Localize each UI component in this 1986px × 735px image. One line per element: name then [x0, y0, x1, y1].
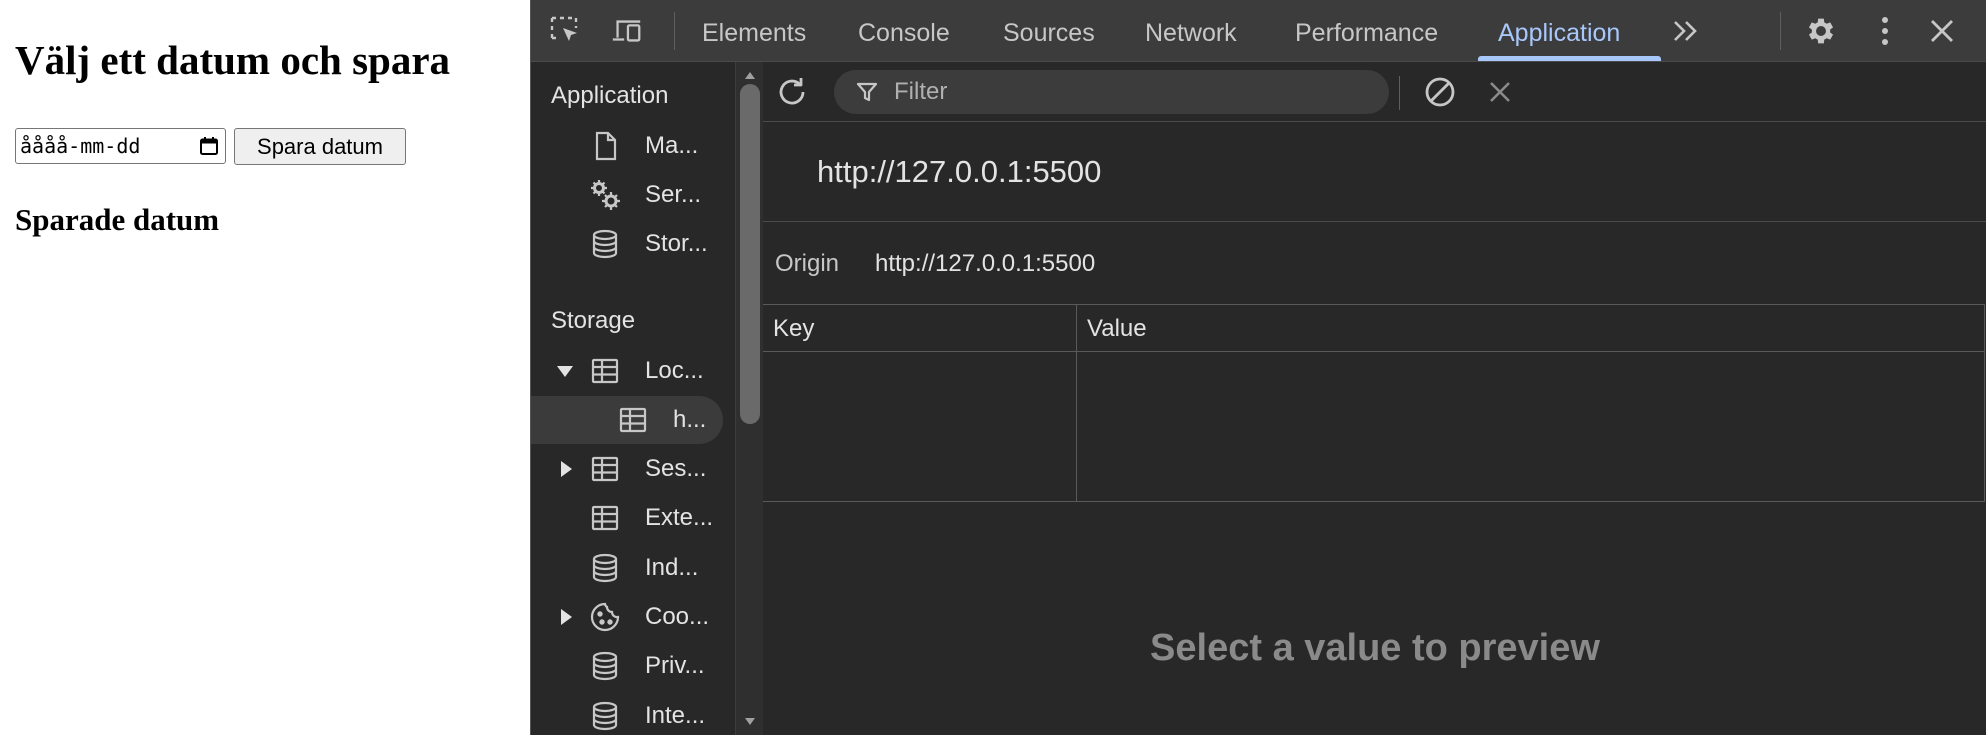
sidebar-item-label: Loc... — [645, 357, 704, 384]
table-icon — [591, 456, 619, 482]
filter-funnel-icon — [856, 82, 878, 102]
sidebar-item-session-storage[interactable]: Ses... — [531, 445, 731, 493]
more-tabs-icon[interactable] — [1669, 14, 1703, 48]
sidebar-item-interest-groups[interactable]: Inte... — [531, 692, 731, 735]
origin-header: http://127.0.0.1:5500 — [763, 122, 1986, 222]
collapse-arrow-icon[interactable] — [561, 609, 572, 625]
table-icon — [619, 407, 647, 433]
devtools-tabbar: Elements Console Sources Network Perform… — [531, 0, 1986, 62]
sidebar-item-label: Ma... — [645, 132, 699, 159]
scroll-up-icon[interactable] — [745, 72, 755, 79]
date-input-placeholder: åååå-mm-dd — [20, 134, 141, 158]
tab-sources[interactable]: Sources — [1003, 0, 1095, 62]
tab-network[interactable]: Network — [1145, 0, 1237, 62]
sidebar-item-label: Ind... — [645, 554, 699, 581]
tabbar-divider-right — [1780, 12, 1781, 50]
database-icon — [592, 553, 618, 583]
inspect-element-icon[interactable] — [548, 14, 582, 48]
clear-all-button[interactable] — [1419, 71, 1461, 113]
tab-application[interactable]: Application — [1498, 0, 1620, 62]
table-header: Key Value — [763, 305, 1984, 352]
preview-placeholder: Select a value to preview — [1150, 627, 1600, 669]
sidebar-item-storage-overview[interactable]: Stor... — [531, 220, 731, 268]
refresh-button[interactable] — [771, 71, 813, 113]
sidebar-item-label: Ses... — [645, 455, 707, 482]
origin-title: http://127.0.0.1:5500 — [817, 154, 1102, 189]
refresh-icon — [779, 78, 805, 105]
storage-main-panel: http://127.0.0.1:5500 Origin http://127.… — [763, 62, 1986, 735]
calendar-icon[interactable] — [199, 136, 219, 156]
database-icon — [592, 229, 618, 259]
filter-field[interactable] — [834, 70, 1389, 114]
sidebar-item-cookies[interactable]: Coo... — [531, 593, 731, 641]
device-toolbar-icon[interactable] — [610, 14, 644, 48]
scrollbar-thumb[interactable] — [740, 84, 760, 424]
sidebar-item-private-state-tokens[interactable]: Priv... — [531, 642, 731, 690]
close-devtools-icon[interactable] — [1925, 14, 1959, 48]
delete-selected-button[interactable] — [1479, 71, 1521, 113]
key-value-table[interactable]: Key Value — [763, 304, 1985, 502]
saved-dates-heading: Sparade datum — [15, 202, 220, 237]
scroll-down-icon[interactable] — [745, 718, 755, 725]
block-icon — [1425, 77, 1455, 107]
database-icon — [592, 651, 618, 681]
sidebar-item-label: Coo... — [645, 603, 710, 630]
sidebar-item-local-storage[interactable]: Loc... — [531, 347, 731, 395]
devtools-panel: Elements Console Sources Network Perform… — [530, 0, 1986, 735]
expand-arrow-icon[interactable] — [557, 365, 573, 377]
database-icon — [592, 701, 618, 731]
sidebar-item-label: Exte... — [645, 504, 714, 531]
application-sidebar: Application Ma... Ser... Stor... Storage — [531, 62, 735, 735]
settings-gear-icon[interactable] — [1804, 14, 1838, 48]
date-input[interactable]: åååå-mm-dd — [15, 128, 226, 164]
tabbar-divider — [674, 12, 675, 50]
origin-row: Origin http://127.0.0.1:5500 — [763, 222, 1986, 304]
sidebar-item-label: h... — [673, 406, 707, 433]
document-icon — [595, 131, 617, 161]
collapse-arrow-icon[interactable] — [561, 461, 572, 477]
storage-toolbar — [763, 62, 1986, 122]
table-icon — [591, 505, 619, 531]
toolbar-divider — [1399, 76, 1400, 110]
sidebar-item-label: Inte... — [645, 702, 706, 729]
close-icon — [1490, 82, 1510, 102]
tab-elements[interactable]: Elements — [702, 0, 806, 62]
web-page: Välj ett datum och spara åååå-mm-dd Spar… — [0, 0, 530, 735]
filter-input[interactable] — [894, 76, 1364, 108]
active-tab-indicator — [1478, 56, 1661, 61]
save-date-button[interactable]: Spara datum — [234, 128, 406, 165]
column-header-value[interactable]: Value — [1087, 315, 1147, 343]
origin-label: Origin — [775, 250, 840, 277]
more-options-icon[interactable] — [1868, 14, 1902, 48]
sidebar-item-label: Priv... — [645, 652, 705, 679]
table-icon — [591, 358, 619, 384]
sidebar-item-label: Stor... — [645, 230, 708, 257]
cookie-icon — [590, 602, 620, 632]
tab-console[interactable]: Console — [858, 0, 950, 62]
sidebar-section-application: Application — [551, 82, 669, 109]
table-row[interactable] — [763, 352, 1984, 439]
sidebar-item-label: Ser... — [645, 181, 702, 208]
sidebar-item-indexeddb[interactable]: Ind... — [531, 544, 731, 592]
gears-icon — [591, 180, 620, 210]
sidebar-item-manifest[interactable]: Ma... — [531, 122, 731, 170]
sidebar-item-extension-storage[interactable]: Exte... — [531, 494, 731, 542]
page-heading: Välj ett datum och spara — [15, 37, 451, 83]
sidebar-item-service-workers[interactable]: Ser... — [531, 171, 731, 219]
sidebar-section-storage: Storage — [551, 307, 636, 334]
column-header-key[interactable]: Key — [773, 315, 814, 343]
tab-performance[interactable]: Performance — [1295, 0, 1438, 62]
value-preview-pane: Select a value to preview — [763, 502, 1986, 735]
origin-value: http://127.0.0.1:5500 — [875, 250, 1096, 277]
sidebar-item-local-origin[interactable]: h... — [531, 396, 723, 444]
sidebar-scrollbar[interactable] — [735, 62, 763, 735]
